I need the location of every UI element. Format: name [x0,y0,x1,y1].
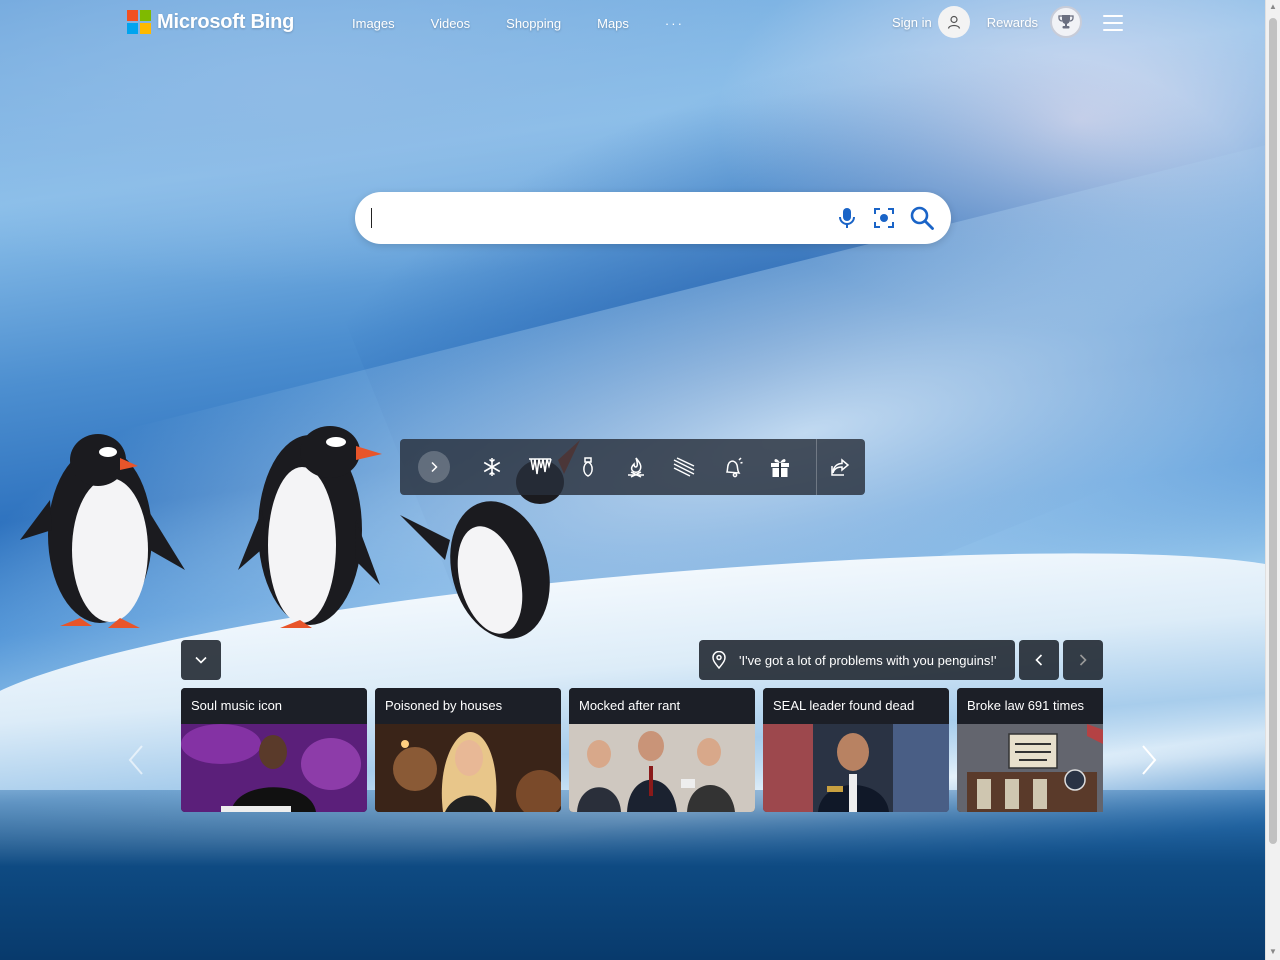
rewards-badge[interactable] [1050,6,1083,38]
chevron-right-icon [1079,654,1087,666]
bell-icon[interactable] [719,454,745,480]
share-icon[interactable] [827,454,853,480]
news-card[interactable]: Broke law 691 times [957,688,1103,812]
scroll-up-icon[interactable]: ▲ [1269,3,1277,11]
previous-image-button[interactable] [1019,640,1059,680]
trophy-icon [1058,15,1074,29]
gift-icon[interactable] [767,454,793,480]
avatar[interactable] [937,6,970,38]
header-account: Sign in Rewards [892,6,1083,38]
sledding-icon[interactable] [671,454,697,480]
image-caption-text: 'I've got a lot of problems with you pen… [739,652,997,668]
news-card-image [181,724,367,812]
search-icon[interactable] [909,205,935,231]
top-nav: Images Videos Shopping Maps ··· [352,16,684,31]
toolbar-divider [816,439,817,495]
news-card-image [763,724,949,812]
fire-icon[interactable] [623,454,649,480]
chevron-right-icon [1142,745,1157,775]
snowflake-icon[interactable] [479,454,505,480]
rewards-link[interactable]: Rewards [987,15,1038,30]
water [0,790,1265,960]
news-card-title: Soul music icon [181,688,367,724]
nav-shopping[interactable]: Shopping [506,16,561,31]
news-card-title: Mocked after rant [569,688,755,724]
news-card[interactable]: Soul music icon [181,688,367,812]
icicles-icon[interactable] [527,454,553,480]
nav-images[interactable]: Images [352,16,395,31]
location-pin-icon [712,651,726,669]
news-card-image [375,724,561,812]
visual-search-icon[interactable] [871,205,897,231]
microsoft-logo-icon [127,10,151,34]
news-card[interactable]: SEAL leader found dead [763,688,949,812]
news-card-image [569,724,755,812]
carousel-prev-button[interactable] [126,744,146,776]
news-card-image [957,724,1103,812]
news-card[interactable]: Poisoned by houses [375,688,561,812]
next-image-button[interactable] [1063,640,1103,680]
expand-chevron-icon[interactable] [418,451,450,483]
sign-in-link[interactable]: Sign in [892,15,932,30]
text-caret [371,208,372,228]
collapse-feed-button[interactable] [181,640,221,680]
nav-maps[interactable]: Maps [597,16,629,31]
news-card-title: Poisoned by houses [375,688,561,724]
menu-icon[interactable] [1103,15,1123,31]
chevron-down-icon [195,656,207,664]
chevron-left-icon [1035,654,1043,666]
nav-videos[interactable]: Videos [431,16,471,31]
news-card-title: Broke law 691 times [957,688,1103,724]
image-caption[interactable]: 'I've got a lot of problems with you pen… [699,640,1015,680]
page-scrollbar[interactable]: ▲ ▼ [1265,0,1280,960]
news-carousel: Soul music icon Poisoned by houses Mocke… [181,688,1103,812]
nav-more[interactable]: ··· [665,16,684,31]
microphone-icon[interactable] [834,205,860,231]
news-card-title: SEAL leader found dead [763,688,949,724]
christmas-light-icon[interactable] [575,454,601,480]
brand-name: Microsoft Bing [157,10,295,33]
bing-logo[interactable]: Microsoft Bing [127,10,294,34]
search-input[interactable] [371,205,821,231]
user-icon [947,15,960,29]
theme-toolbar [400,439,865,495]
search-box[interactable] [355,192,951,244]
carousel-next-button[interactable] [1139,744,1159,776]
scrollbar-thumb[interactable] [1269,18,1277,844]
scroll-down-icon[interactable]: ▼ [1269,948,1277,956]
chevron-left-icon [128,745,143,775]
news-card[interactable]: Mocked after rant [569,688,755,812]
